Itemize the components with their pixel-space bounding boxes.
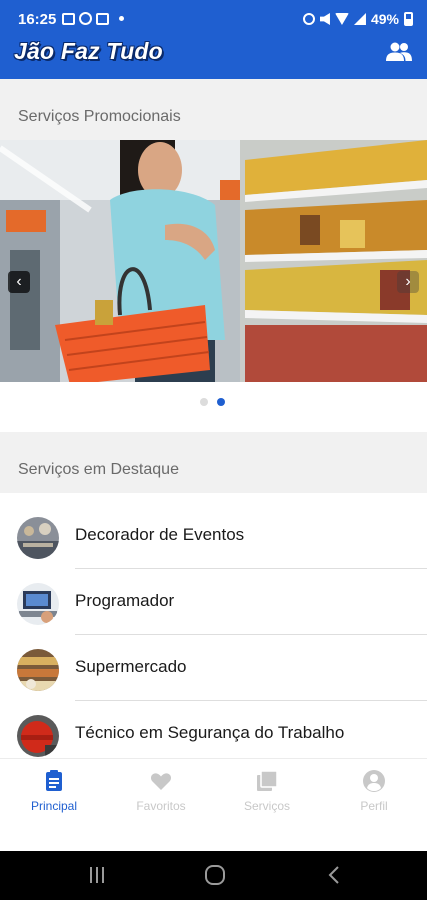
account-circle-icon [363, 770, 385, 792]
signal-icon [353, 13, 366, 25]
tab-servicos[interactable]: Serviços [222, 769, 312, 813]
battery-percent: 49% [370, 11, 399, 27]
promo-section-header: Serviços Promocionais [0, 93, 427, 140]
featured-services-list: Decorador de Eventos Programador Superme… [0, 503, 427, 767]
status-time: 16:25 [18, 11, 57, 28]
back-button[interactable] [327, 865, 341, 890]
carousel-prev-button[interactable]: ‹ [8, 271, 30, 293]
recent-apps-icon [90, 867, 104, 883]
section-gap [0, 432, 427, 446]
app-header: 16:25 49% Jão Faz Tudo [0, 0, 427, 79]
status-right-icons: 49% [302, 11, 413, 27]
safety-technician-avatar [17, 715, 59, 757]
gallery-icon [62, 12, 75, 25]
tab-favoritos[interactable]: Favoritos [116, 769, 206, 813]
notification-icons [62, 12, 124, 25]
supermarket-avatar [17, 649, 59, 691]
service-label: Supermercado [75, 657, 187, 676]
whatsapp-icon [79, 12, 92, 25]
users-button[interactable] [385, 41, 413, 63]
alarm-icon [302, 13, 315, 25]
home-button[interactable] [204, 865, 226, 890]
list-item[interactable]: Decorador de Eventos [0, 503, 427, 569]
tab-label: Principal [30, 799, 78, 813]
chevron-left-icon: ‹ [16, 273, 22, 290]
heart-icon [150, 773, 172, 790]
promo-carousel[interactable] [0, 140, 427, 382]
clipboard-icon [46, 770, 62, 791]
carousel-dot-1[interactable] [200, 398, 208, 406]
app-title: Jão Faz Tudo [14, 38, 163, 64]
programmer-avatar [17, 583, 59, 625]
carousel-indicator [200, 398, 225, 406]
promo-banner-image [0, 140, 427, 382]
tab-label: Perfil [360, 799, 388, 813]
service-label: Programador [75, 591, 175, 610]
library-icon [257, 770, 278, 791]
list-item[interactable]: Supermercado [0, 635, 427, 701]
tab-label: Serviços [243, 799, 290, 813]
more-notifications-dot [119, 16, 124, 21]
tab-label: Favoritos [136, 799, 186, 813]
back-icon [328, 866, 339, 884]
recent-apps-button[interactable] [87, 865, 107, 890]
service-label: Técnico em Segurança do Trabalho [75, 723, 345, 742]
users-icon [386, 42, 412, 61]
service-label: Decorador de Eventos [75, 525, 245, 544]
system-nav-bar [0, 851, 427, 900]
carousel-next-button[interactable]: › [397, 271, 419, 293]
tab-principal[interactable]: Principal [9, 769, 99, 813]
featured-section-title: Serviços em Destaque [18, 461, 179, 478]
status-bar: 16:25 49% [0, 0, 427, 40]
wifi-icon [334, 13, 349, 25]
laptop-icon [96, 12, 109, 25]
event-decor-avatar [17, 517, 59, 559]
home-icon [205, 865, 225, 885]
mute-icon [319, 13, 330, 25]
chevron-right-icon: › [405, 273, 411, 290]
bottom-tab-bar: Principal Favoritos Serviços Perfil [0, 758, 427, 851]
tab-perfil[interactable]: Perfil [329, 769, 419, 813]
section-gap [0, 79, 427, 93]
promo-section-title: Serviços Promocionais [18, 108, 181, 125]
list-item[interactable]: Programador [0, 569, 427, 635]
featured-section-header: Serviços em Destaque [0, 446, 427, 493]
carousel-dot-2[interactable] [217, 398, 225, 406]
battery-icon [404, 12, 413, 26]
